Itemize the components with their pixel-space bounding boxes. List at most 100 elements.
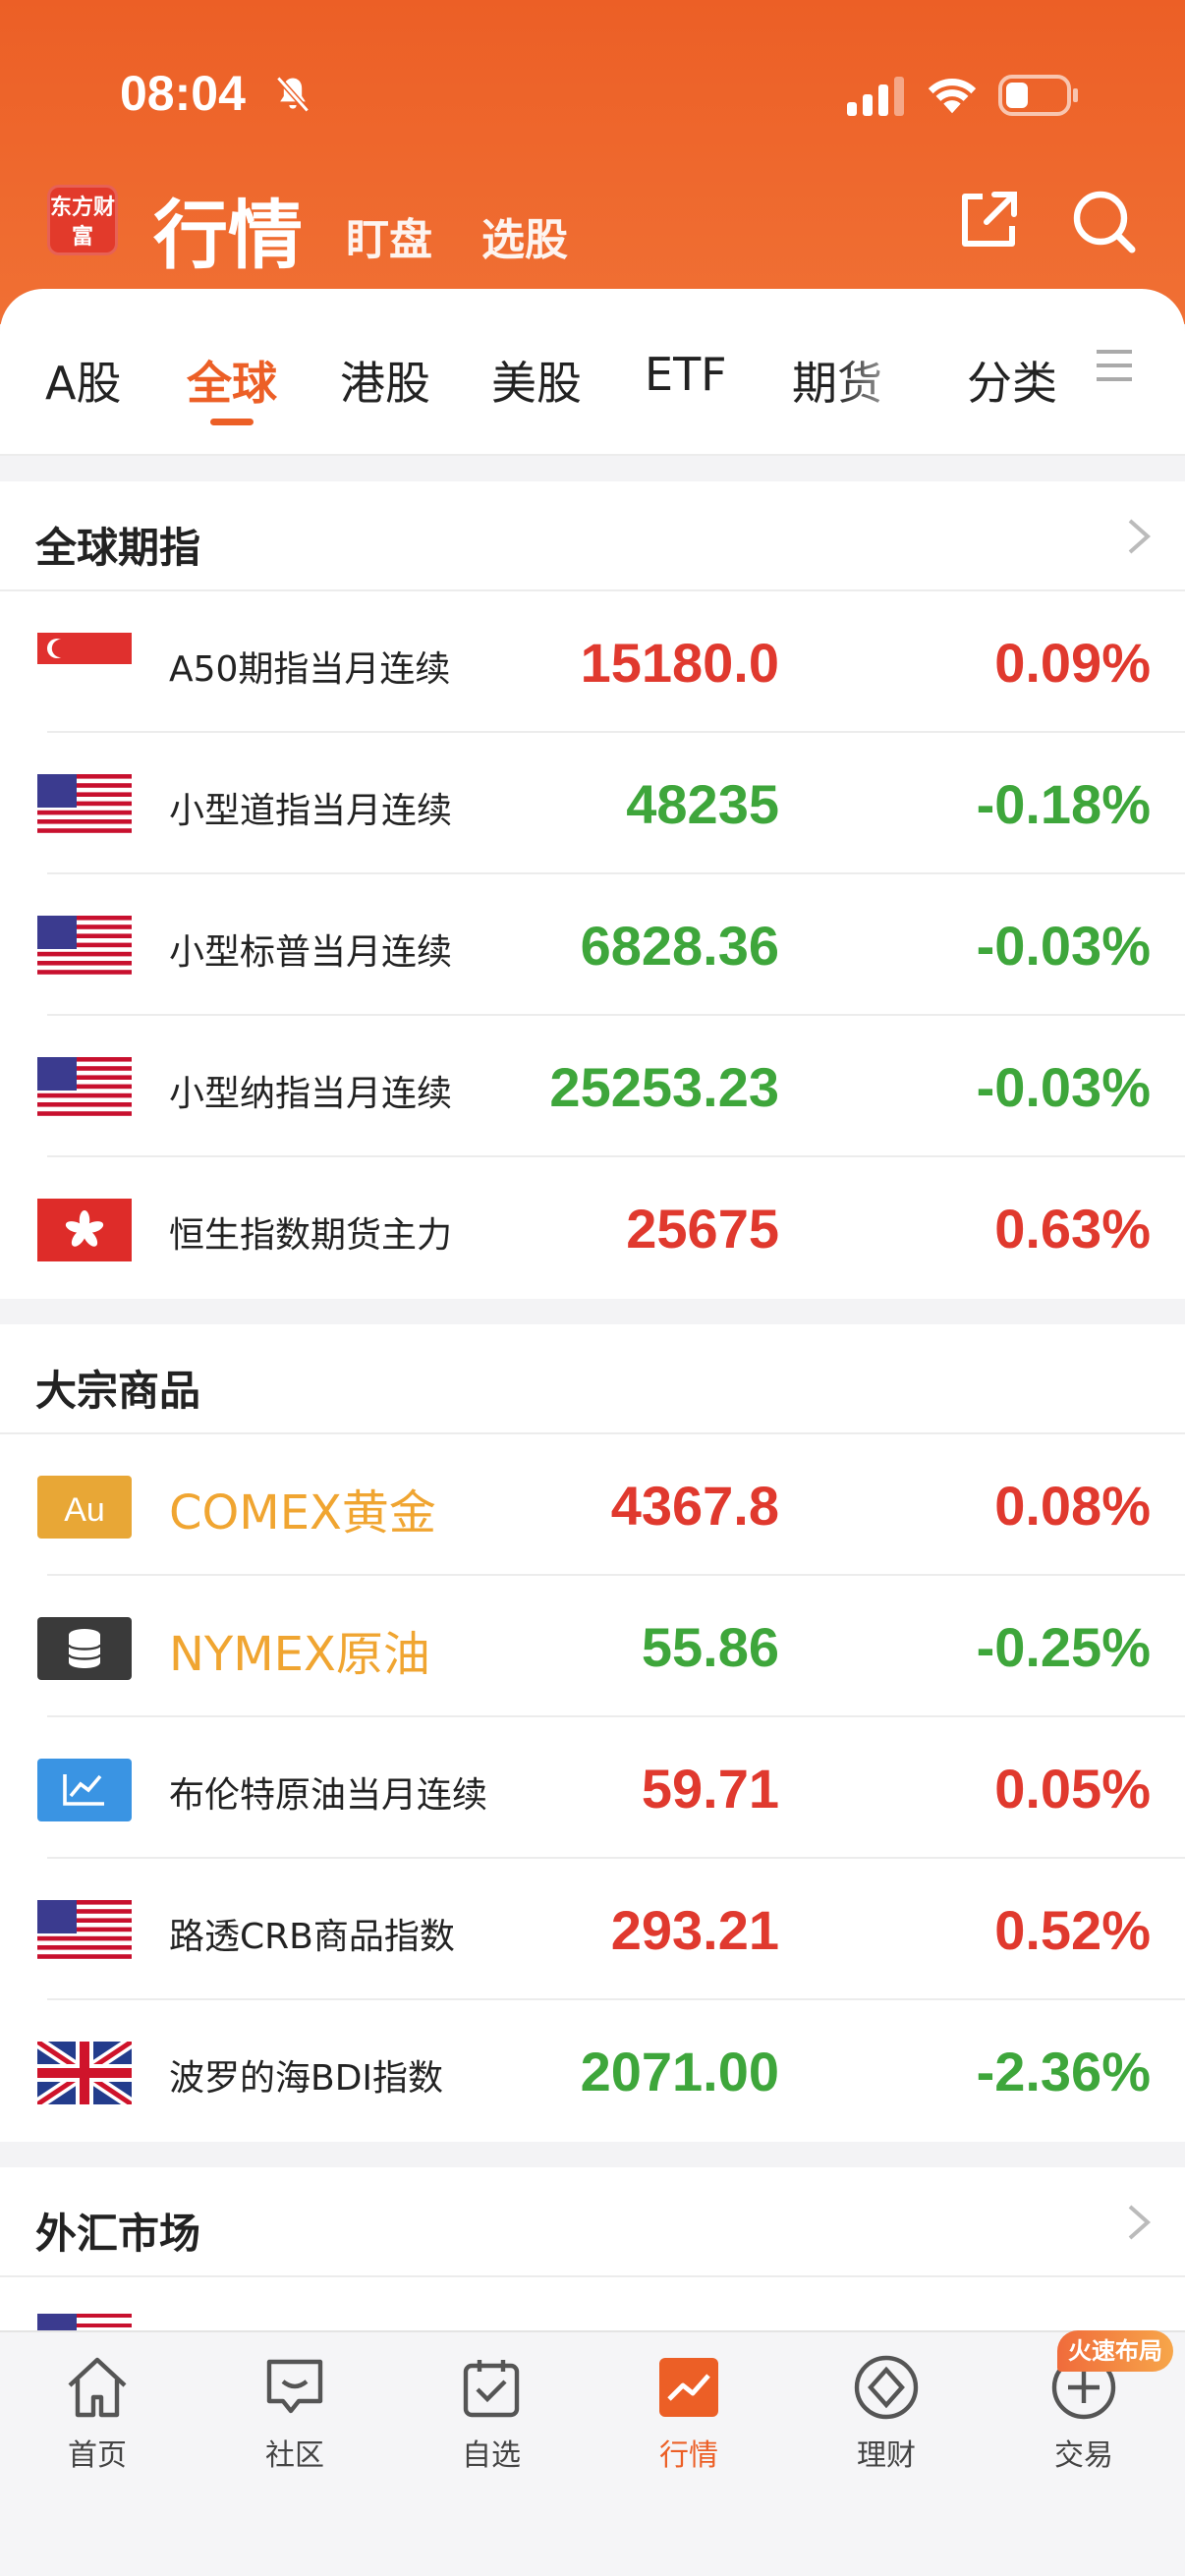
change-percent: -0.18% bbox=[976, 773, 1151, 835]
subnav-stock-picker[interactable]: 选股 bbox=[481, 204, 568, 267]
bottom-navigation: 首页 社区 自选 行情 理财 交易 bbox=[0, 2330, 1185, 2576]
market-row[interactable]: 恒生指数期货主力 25675 0.63% bbox=[37, 1157, 1185, 1299]
instrument-name: 波罗的海BDI指数 bbox=[169, 2058, 444, 2099]
nav-market[interactable]: 行情 bbox=[615, 2352, 762, 2474]
instrument-name: 布伦特原油当月连续 bbox=[169, 1775, 488, 1816]
instrument-name: COMEX黄金 bbox=[169, 1485, 436, 1540]
market-list[interactable]: 全球期指 A50期指当月连续 15180.0 0.09% 小型道指当月连续 48235 -… bbox=[0, 430, 1185, 2330]
bell-off-icon bbox=[276, 76, 310, 113]
tab-etf[interactable]: ETF bbox=[645, 348, 727, 401]
change-percent: -2.36% bbox=[976, 2041, 1151, 2102]
svg-text:Au: Au bbox=[64, 1491, 105, 1529]
flag-us-icon bbox=[37, 1900, 132, 1963]
nav-label: 自选 bbox=[462, 2438, 521, 2473]
flag-us-icon bbox=[37, 1057, 132, 1120]
instrument-name: 恒生指数期货主力 bbox=[169, 1215, 453, 1256]
last-price: 2071.00 bbox=[580, 2041, 779, 2102]
last-price: 293.21 bbox=[610, 1899, 779, 1961]
market-row[interactable]: 路透CRB商品指数 293.21 0.52% bbox=[37, 1859, 1185, 2000]
instrument-name: A50期指当月连续 bbox=[169, 649, 451, 690]
instrument-name: NYMEX原油 bbox=[169, 1627, 430, 1682]
market-row[interactable]: 布伦特原油当月连续 59.71 0.05% bbox=[37, 1717, 1185, 1859]
change-percent: 0.09% bbox=[994, 632, 1151, 694]
change-percent: -0.03% bbox=[976, 915, 1151, 977]
oil-barrel-icon bbox=[37, 1617, 132, 1680]
chat-icon bbox=[266, 2359, 323, 2414]
page-title: 行情 bbox=[153, 192, 303, 279]
last-price: 59.71 bbox=[641, 1758, 779, 1820]
change-percent: 0.05% bbox=[994, 1758, 1151, 1820]
section-forex: 外汇市场 bbox=[0, 2167, 1185, 2330]
section-header[interactable]: 大宗商品 bbox=[0, 1324, 1185, 1434]
nav-wealth[interactable]: 理财 bbox=[813, 2352, 960, 2474]
market-chart-icon bbox=[659, 2358, 718, 2417]
nav-label: 理财 bbox=[857, 2438, 916, 2473]
instrument-name: 小型标普当月连续 bbox=[169, 932, 453, 973]
tab-hk-stocks[interactable]: 港股 bbox=[340, 348, 430, 413]
nav-label: 社区 bbox=[265, 2438, 324, 2473]
market-row[interactable]: 小型纳指当月连续 25253.23 -0.03% bbox=[37, 1016, 1185, 1157]
nav-home[interactable]: 首页 bbox=[24, 2352, 171, 2474]
flag-us-icon bbox=[37, 2314, 132, 2330]
market-row[interactable]: A50期指当月连续 15180.0 0.09% bbox=[37, 591, 1185, 733]
tab-categories[interactable]: 分类 bbox=[967, 348, 1057, 413]
home-icon bbox=[68, 2357, 127, 2418]
market-row[interactable]: Au COMEX黄金 4367.8 0.08% bbox=[37, 1434, 1185, 1576]
tab-a-shares[interactable]: A股 bbox=[45, 348, 121, 413]
last-price: 6828.36 bbox=[580, 915, 779, 977]
market-row[interactable]: 小型道指当月连续 48235 -0.18% bbox=[37, 733, 1185, 874]
trend-chart-icon bbox=[37, 1759, 132, 1821]
section-title: 全球期指 bbox=[35, 524, 201, 572]
last-price: 25675 bbox=[626, 1198, 779, 1260]
section-title: 大宗商品 bbox=[35, 1367, 201, 1415]
top-header: 08:04 东方财富 行情 盯盘 选股 bbox=[0, 0, 1185, 324]
cellular-signal-icon bbox=[847, 77, 904, 116]
flag-singapore-icon bbox=[37, 633, 132, 696]
last-price: 4367.8 bbox=[610, 1475, 779, 1537]
section-header[interactable]: 全球期指 bbox=[0, 481, 1185, 591]
change-percent: -0.03% bbox=[976, 1056, 1151, 1118]
instrument-name: 小型道指当月连续 bbox=[169, 791, 453, 831]
flag-hong-kong-icon bbox=[37, 1199, 132, 1261]
menu-icon[interactable] bbox=[1095, 346, 1134, 385]
previous-section-edge bbox=[0, 430, 1185, 456]
change-percent: 0.63% bbox=[994, 1198, 1151, 1260]
nav-label: 首页 bbox=[68, 2438, 127, 2473]
change-percent: 0.08% bbox=[994, 1475, 1151, 1537]
market-row[interactable]: 波罗的海BDI指数 2071.00 -2.36% bbox=[37, 2000, 1185, 2142]
last-price: 48235 bbox=[626, 773, 779, 835]
last-price: 55.86 bbox=[641, 1616, 779, 1678]
market-row[interactable]: NYMEX原油 55.86 -0.25% bbox=[37, 1576, 1185, 1717]
nav-community[interactable]: 社区 bbox=[221, 2352, 368, 2474]
section-commodities: 大宗商品 Au COMEX黄金 4367.8 0.08% NYMEX原油 55.86 -0.… bbox=[0, 1324, 1185, 2142]
flag-uk-icon bbox=[37, 2042, 132, 2104]
app-logo[interactable]: 东方财富 bbox=[47, 185, 118, 255]
wifi-icon bbox=[928, 79, 977, 114]
tab-us-stocks[interactable]: 美股 bbox=[491, 348, 582, 413]
chevron-right-icon bbox=[1128, 2205, 1152, 2240]
share-icon[interactable] bbox=[955, 187, 1022, 253]
last-price: 25253.23 bbox=[549, 1056, 779, 1118]
change-percent: 0.52% bbox=[994, 1899, 1151, 1961]
search-icon[interactable] bbox=[1069, 187, 1138, 255]
instrument-name: 小型纳指当月连续 bbox=[169, 1074, 453, 1114]
battery-icon bbox=[998, 75, 1078, 116]
flag-us-icon bbox=[37, 916, 132, 979]
section-global-futures: 全球期指 A50期指当月连续 15180.0 0.09% 小型道指当月连续 48235 -… bbox=[0, 481, 1185, 1299]
market-tabs: A股 全球 港股 美股 ETF 期货 分类 bbox=[0, 289, 1185, 430]
section-header[interactable]: 外汇市场 bbox=[0, 2167, 1185, 2277]
section-title: 外汇市场 bbox=[35, 2210, 201, 2258]
market-row[interactable]: 小型标普当月连续 6828.36 -0.03% bbox=[37, 874, 1185, 1016]
nav-label: 行情 bbox=[659, 2438, 718, 2473]
subnav-watch[interactable]: 盯盘 bbox=[346, 204, 432, 267]
promo-badge[interactable]: 火速布局 bbox=[1057, 2330, 1173, 2372]
nav-watchlist[interactable]: 自选 bbox=[418, 2352, 565, 2474]
flag-us-icon bbox=[37, 774, 132, 837]
checklist-icon bbox=[463, 2360, 520, 2418]
tab-global[interactable]: 全球 bbox=[187, 348, 277, 413]
tab-fade-overlay bbox=[835, 338, 953, 417]
status-time: 08:04 bbox=[120, 66, 246, 121]
gold-au-icon: Au bbox=[37, 1476, 132, 1539]
last-price: 15180.0 bbox=[580, 632, 779, 694]
chevron-right-icon bbox=[1128, 519, 1152, 554]
